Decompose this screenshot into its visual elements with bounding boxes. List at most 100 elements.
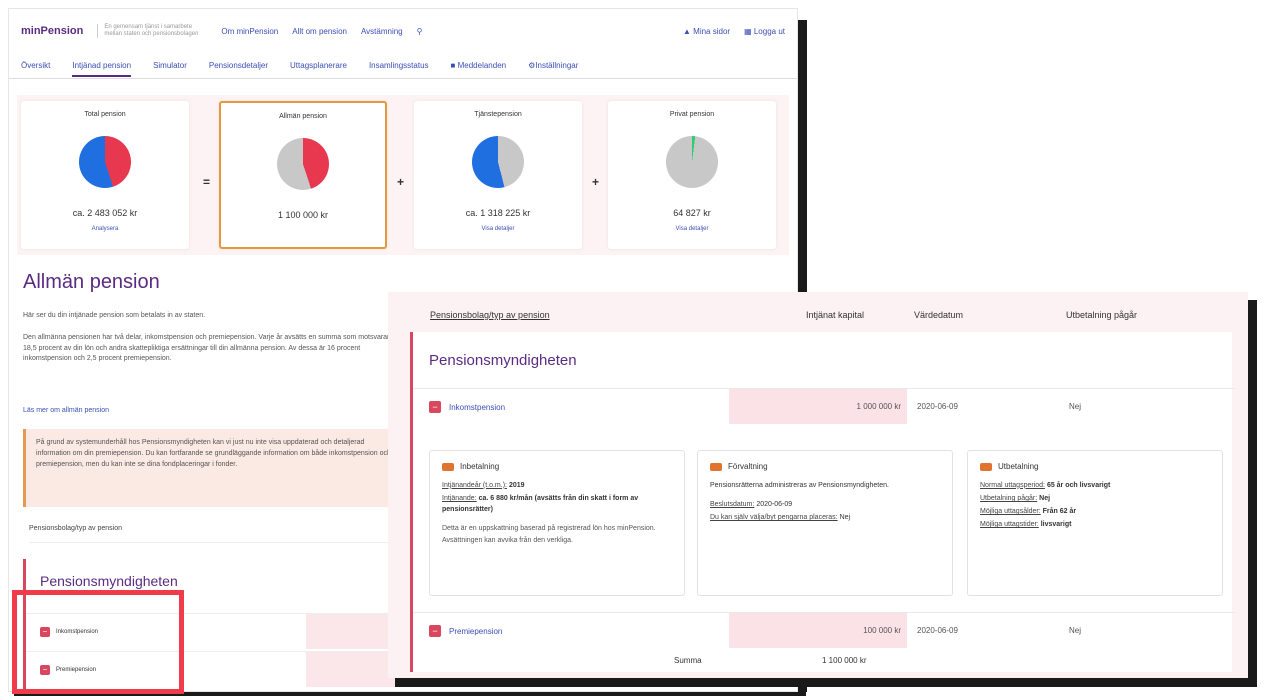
equals-operator: =	[203, 175, 211, 189]
lock-icon: ▦	[744, 26, 752, 36]
card-amount: 64 827 kr	[673, 208, 711, 218]
collapse-icon[interactable]: −	[429, 401, 441, 413]
line-label[interactable]: Möjliga uttagsålder:	[980, 508, 1041, 515]
card-amount: 1 100 000 kr	[277, 210, 329, 220]
detail-line: Beslutsdatum: 2020-06-09	[710, 499, 940, 510]
forvaltning-box: Förvaltning Pensionsrätterna administrer…	[697, 450, 953, 596]
card-tjanstepension[interactable]: Tjänstepension ca. 1 318 225 kr Visa det…	[414, 101, 582, 249]
card-link[interactable]: Visa detaljer	[414, 226, 582, 232]
meddelanden-label: Meddelanden	[457, 61, 507, 70]
card-amount: ca. 2 483 052 kr	[72, 208, 138, 218]
col-capital[interactable]: Intjänat kapital	[806, 310, 864, 320]
top-navigation: minPension En gemensam tjänst i samarbet…	[9, 9, 797, 53]
zoomed-detail-panel: Pensionsbolag/typ av pension Intjänat ka…	[388, 292, 1248, 678]
pie-chart-icon	[277, 138, 329, 190]
plus-operator: +	[592, 175, 600, 189]
plus-operator: +	[397, 175, 405, 189]
sum-value: 1 100 000 kr	[822, 656, 867, 665]
card-link[interactable]: Analysera	[21, 226, 189, 232]
section-heading: Pensionsmyndigheten	[429, 352, 577, 369]
col-company[interactable]: Pensionsbolag/typ av pension	[430, 310, 550, 320]
card-total-pension[interactable]: Total pension ca. 2 483 052 kr Analysera	[21, 101, 189, 249]
row-value: 100 000 kr	[863, 626, 901, 635]
col-payout[interactable]: Utbetalning pågår	[1066, 310, 1137, 320]
tab-uttagsplanerare[interactable]: Uttagsplanerare	[290, 61, 347, 70]
line-value: 2020-06-09	[756, 500, 793, 508]
coins-icon	[710, 463, 722, 472]
card-allman-pension[interactable]: Allmän pension 1 100 000 kr	[219, 101, 387, 249]
row-date: 2020-06-09	[917, 402, 958, 411]
user-icon: ▲	[683, 26, 691, 36]
line-label[interactable]: Utbetalning pågår:	[980, 495, 1037, 502]
line-value: Nej	[1039, 494, 1051, 502]
card-link[interactable]: Visa detaljer	[608, 226, 776, 232]
col-date[interactable]: Värdedatum	[914, 310, 963, 320]
line-value: 65 år och livsvarigt	[1046, 481, 1111, 489]
detail-line: Intjänande: ca. 6 880 kr/mån (avsätts fr…	[442, 493, 672, 515]
line-label[interactable]: Beslutsdatum:	[710, 501, 754, 508]
nav-allt-om-pension[interactable]: Allt om pension	[292, 27, 347, 36]
row-name: Premiepension	[449, 626, 503, 636]
pie-chart-icon	[472, 136, 524, 188]
card-privat-pension[interactable]: Privat pension 64 827 kr Visa detaljer	[608, 101, 776, 249]
row-name: Inkomstpension	[449, 402, 506, 412]
row-payout: Nej	[1069, 626, 1082, 635]
logo[interactable]: minPension	[21, 25, 83, 37]
screenshot-stage: minPension En gemensam tjänst i samarbet…	[0, 0, 1271, 700]
line-label[interactable]: Möjliga uttagstider:	[980, 521, 1039, 528]
row-name-cell[interactable]: − Inkomstpension	[429, 401, 505, 413]
utbetalning-box: Utbetalning Normal uttagsperiod: 65 år o…	[967, 450, 1223, 596]
front-shadow-bottom	[395, 678, 1257, 687]
detail-line: Möjliga uttagsålder: Från 62 år	[980, 506, 1210, 517]
tab-simulator[interactable]: Simulator	[153, 61, 187, 70]
tab-pensionsdetaljer[interactable]: Pensionsdetaljer	[209, 61, 268, 70]
estimate-note: Detta är en uppskattning baserad på regi…	[442, 525, 656, 544]
row-date: 2020-06-09	[917, 626, 958, 635]
logout-link[interactable]: ▦ Logga ut	[744, 27, 785, 36]
tab-meddelanden[interactable]: ■ Meddelanden	[451, 61, 507, 70]
box-title: Förvaltning	[710, 461, 940, 474]
table-row-premiepension[interactable]: − Premiepension 100 000 kr 2020-06-09 Ne…	[413, 612, 1235, 648]
nav-avstamning[interactable]: Avstämning	[361, 27, 403, 36]
line-value: 2019	[508, 481, 525, 489]
line-label[interactable]: Intjänande:	[442, 495, 477, 502]
payout-icon	[980, 463, 992, 472]
table-row-inkomstpension[interactable]: − Inkomstpension 1 000 000 kr 2020-06-09…	[413, 388, 1235, 424]
card-amount: ca. 1 318 225 kr	[465, 208, 531, 218]
detail-section: Pensionsmyndigheten − Inkomstpension 1 0…	[410, 332, 1235, 672]
logout-label: Logga ut	[753, 26, 785, 36]
search-icon[interactable]: ⚲	[417, 27, 423, 36]
inbetalning-box: Inbetalning Intjänandeår (t.o.m.): 2019 …	[429, 450, 685, 596]
expand-icon[interactable]: −	[429, 625, 441, 637]
tab-intjanad-pension[interactable]: Intjänad pension	[72, 61, 132, 77]
read-more-link[interactable]: Läs mer om allmän pension	[23, 407, 109, 414]
pie-chart-icon	[79, 136, 131, 188]
tab-installningar[interactable]: ⚙Inställningar	[528, 61, 578, 70]
line-value: Från 62 år	[1042, 508, 1077, 516]
detail-table-header: Pensionsbolag/typ av pension Intjänat ka…	[388, 292, 1248, 330]
row-name-cell[interactable]: − Premiepension	[429, 625, 502, 637]
detail-line: Pensionsrätterna administreras av Pensio…	[710, 481, 889, 489]
tab-oversikt[interactable]: Översikt	[21, 61, 50, 70]
box-title: Utbetalning	[980, 461, 1210, 474]
tab-insamlingsstatus[interactable]: Insamlingsstatus	[369, 61, 429, 70]
main-tabs: Översikt Intjänad pension Simulator Pens…	[9, 53, 797, 79]
line-label[interactable]: Du kan själv välja/byt pengarna placeras…	[710, 514, 838, 521]
detail-line: Möjliga uttagstider: livsvarigt	[980, 519, 1210, 530]
nav-mina-sidor[interactable]: ▲ Mina sidor	[683, 27, 730, 36]
line-label[interactable]: Normal uttagsperiod:	[980, 482, 1045, 489]
detail-line: Intjänandeår (t.o.m.): 2019	[442, 480, 672, 491]
inbetalning-title: Inbetalning	[460, 462, 500, 471]
line-label[interactable]: Intjänandeår (t.o.m.):	[442, 482, 507, 489]
front-shadow-right	[1248, 300, 1257, 687]
installningar-label: Inställningar	[535, 61, 579, 70]
logo-tagline: En gemensam tjänst i samarbete mellan st…	[97, 23, 207, 39]
detail-line: Utbetalning pågår: Nej	[980, 493, 1210, 504]
utbetalning-title: Utbetalning	[998, 462, 1039, 471]
line-value: livsvarigt	[1040, 521, 1072, 529]
row-details: Inbetalning Intjänandeår (t.o.m.): 2019 …	[429, 450, 1235, 602]
box-title: Inbetalning	[442, 461, 672, 474]
nav-om-minpension[interactable]: Om minPension	[221, 27, 278, 36]
piggy-bank-icon	[442, 463, 454, 472]
pension-summary-cards: Total pension ca. 2 483 052 kr Analysera…	[17, 95, 789, 255]
